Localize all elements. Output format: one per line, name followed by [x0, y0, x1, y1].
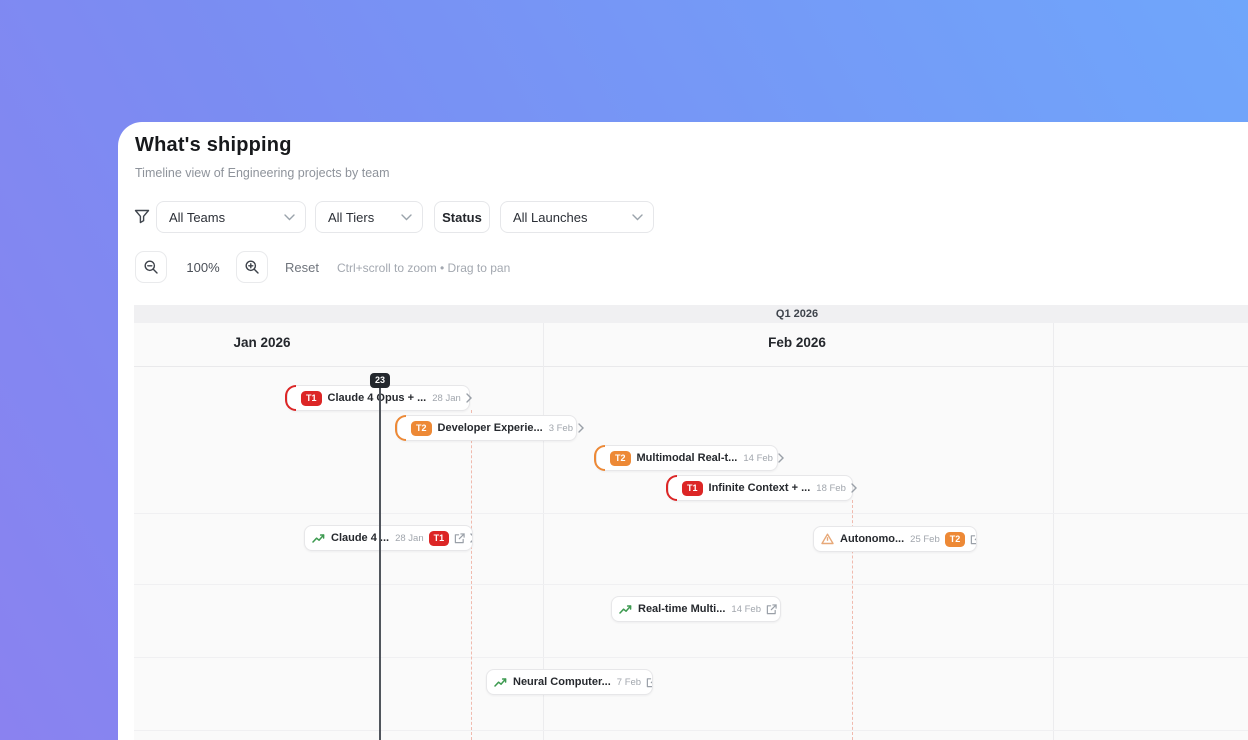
row-divider — [134, 513, 1248, 514]
chevron-right-icon — [578, 423, 584, 433]
launch-title: Real-time Multi... — [638, 603, 726, 615]
reset-zoom-button[interactable]: Reset — [285, 260, 319, 275]
milestone-date: 14 Feb — [743, 452, 773, 464]
status-filter-button[interactable]: Status — [434, 201, 490, 233]
quarter-label: Q1 2026 — [775, 308, 819, 320]
launch-date: 28 Jan — [395, 532, 424, 544]
team-badge: T2 — [411, 420, 432, 436]
chevron-down-icon — [284, 213, 295, 221]
milestone-title: Multimodal Real-t... — [636, 452, 738, 464]
launch-date: 7 Feb — [616, 676, 642, 688]
zoom-level-value: 100% — [186, 260, 220, 275]
month-label-jan: Jan 2026 — [233, 335, 291, 350]
launch-date: 14 Feb — [731, 603, 761, 615]
launch-pill-neural-computer[interactable]: Neural Computer... 7 Feb — [486, 669, 653, 695]
launches-filter-value: All Launches — [513, 209, 588, 225]
month-header-divider — [134, 366, 1248, 367]
milestone-title: Developer Experie... — [437, 422, 543, 434]
chevron-down-icon — [632, 213, 643, 221]
trend-up-icon — [619, 604, 632, 614]
milestone-guide-line — [471, 410, 472, 740]
milestone-start-bracket — [395, 415, 406, 441]
external-link-icon — [766, 603, 777, 614]
team-badge: T1 — [301, 390, 322, 406]
chevron-right-icon — [778, 453, 784, 463]
milestone-date: 28 Jan — [432, 392, 461, 404]
quarter-header: Q1 2026 — [134, 305, 1248, 323]
zoom-in-button[interactable] — [236, 251, 268, 283]
page-subtitle: Timeline view of Engineering projects by… — [135, 166, 390, 180]
zoom-out-icon — [144, 260, 158, 274]
zoom-in-icon — [245, 260, 259, 274]
launch-title: Autonomo... — [840, 533, 905, 545]
chevron-right-icon — [470, 533, 472, 543]
milestone-title: Infinite Context + ... — [708, 482, 811, 494]
external-link-icon — [646, 677, 652, 687]
filter-icon — [134, 208, 150, 224]
row-divider — [134, 584, 1248, 585]
whats-shipping-panel: What's shipping Timeline view of Enginee… — [118, 122, 1248, 740]
team-badge: T1 — [682, 480, 703, 496]
desktop-background: What's shipping Timeline view of Enginee… — [0, 0, 1248, 740]
milestone-pill-infinite-context[interactable]: T1 Infinite Context + ... 18 Feb — [666, 475, 857, 501]
milestone-start-bracket — [666, 475, 677, 501]
trend-up-icon — [494, 677, 507, 687]
team-badge: T2 — [944, 531, 966, 547]
today-date-badge: 23 — [369, 373, 391, 388]
launch-pill-autonomous[interactable]: Autonomo... 25 Feb T2 — [813, 526, 977, 552]
milestone-start-bracket — [594, 445, 605, 471]
row-divider — [134, 657, 1248, 658]
chevron-down-icon — [401, 213, 412, 221]
chevron-right-icon — [466, 393, 472, 403]
milestone-date: 3 Feb — [548, 422, 573, 434]
trend-up-icon — [312, 533, 325, 543]
milestone-title: Claude 4 Opus + ... — [327, 392, 427, 404]
zoom-hint-text: Ctrl+scroll to zoom • Drag to pan — [337, 261, 511, 275]
external-link-icon — [971, 534, 976, 544]
today-line — [379, 377, 381, 740]
milestone-date: 18 Feb — [816, 482, 846, 494]
team-badge: T2 — [610, 450, 631, 466]
teams-filter-dropdown[interactable]: All Teams — [156, 201, 306, 233]
month-gridline — [1053, 323, 1054, 740]
launches-filter-dropdown[interactable]: All Launches — [500, 201, 654, 233]
page-title: What's shipping — [135, 134, 292, 156]
timeline-canvas[interactable]: Q1 2026 Jan 2026 Feb 2026 23 T1 Claude 4… — [134, 305, 1248, 740]
month-label-feb: Feb 2026 — [768, 335, 826, 350]
milestone-pill-multimodal-realtime[interactable]: T2 Multimodal Real-t... 14 Feb — [594, 445, 784, 471]
milestone-start-bracket — [285, 385, 296, 411]
milestone-pill-developer-experience[interactable]: T2 Developer Experie... 3 Feb — [395, 415, 584, 441]
zoom-out-button[interactable] — [135, 251, 167, 283]
team-badge: T1 — [428, 530, 450, 546]
external-link-icon — [454, 532, 465, 543]
launch-date: 25 Feb — [910, 533, 940, 545]
tiers-filter-dropdown[interactable]: All Tiers — [315, 201, 423, 233]
launch-pill-realtime-multi[interactable]: Real-time Multi... 14 Feb — [611, 596, 781, 622]
teams-filter-value: All Teams — [169, 209, 226, 225]
row-divider — [134, 730, 1248, 731]
chevron-right-icon — [851, 483, 857, 493]
tiers-filter-value: All Tiers — [328, 209, 375, 225]
launch-title: Neural Computer... — [513, 676, 611, 688]
launch-pill-claude-4[interactable]: Claude 4 ... 28 Jan T1 — [304, 525, 473, 551]
month-header-row: Jan 2026 Feb 2026 — [134, 323, 1248, 367]
warning-icon — [821, 533, 834, 545]
